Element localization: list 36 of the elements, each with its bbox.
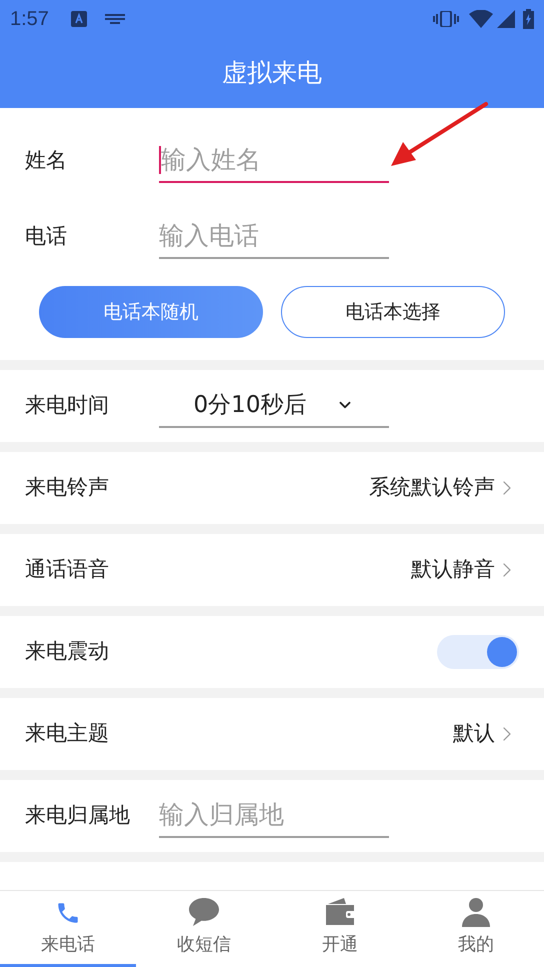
settings-row[interactable]: 来电时间 0分10秒后: [0, 370, 544, 442]
nav-tab[interactable]: 开通: [272, 891, 408, 967]
chat-bubble-icon: [188, 897, 220, 927]
setting-label: 来电归属地: [25, 802, 131, 830]
nav-tab[interactable]: 来电话: [0, 891, 136, 967]
signal-icon: [497, 10, 515, 28]
time-dropdown[interactable]: 0分10秒后: [159, 384, 389, 428]
setting-label: 通话语音: [25, 556, 110, 584]
keyboard-icon: [104, 14, 125, 24]
field-label: 姓名: [25, 147, 68, 174]
page-title: 虚拟来电: [222, 57, 322, 90]
vibrate-icon: [433, 11, 459, 27]
setting-value: 默认静音: [411, 556, 495, 584]
person-icon: [460, 897, 492, 927]
setting-label: 来电时间: [25, 392, 110, 420]
wifi-icon: [469, 10, 493, 28]
settings-row[interactable]: 通话语音 默认静音: [0, 534, 544, 606]
field-label: 电话: [25, 223, 68, 250]
settings-row[interactable]: 来电归属地 输入归属地: [0, 780, 544, 852]
status-time: 1:57: [10, 7, 49, 32]
settings-row[interactable]: 来电铃声 系统默认铃声: [0, 452, 544, 524]
text-cursor: [159, 146, 161, 174]
keyboard-app-icon: [70, 11, 87, 27]
setting-label: 来电主题: [25, 720, 110, 748]
contact-button[interactable]: 电话本选择: [281, 286, 505, 338]
setting-label: 来电铃声: [25, 474, 110, 502]
toggle-switch[interactable]: [437, 635, 519, 669]
nav-tab[interactable]: 我的: [408, 891, 544, 967]
setting-label: 来电震动: [25, 638, 110, 666]
nav-tab[interactable]: 收短信: [136, 891, 272, 967]
setting-value: 默认: [453, 720, 495, 748]
wallet-icon: [324, 897, 356, 927]
settings-row[interactable]: 来电震动: [0, 616, 544, 688]
setting-value: 系统默认铃声: [369, 474, 495, 502]
settings-row[interactable]: 来电主题 默认: [0, 698, 544, 770]
battery-icon: [523, 9, 534, 29]
